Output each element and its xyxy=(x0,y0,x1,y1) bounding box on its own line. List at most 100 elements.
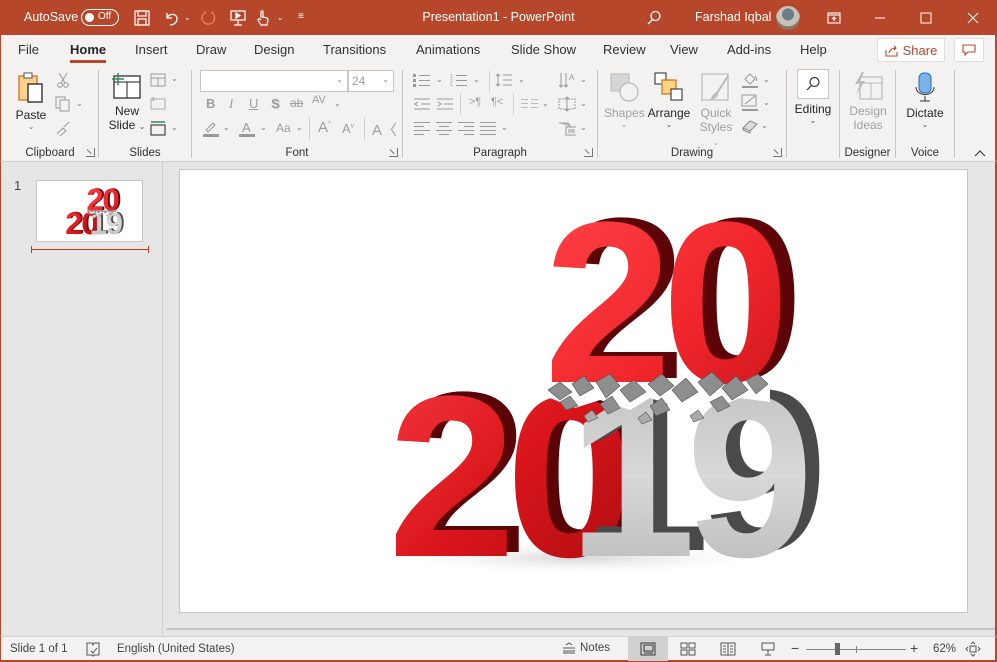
ribbon-display-options-icon[interactable] xyxy=(824,8,844,28)
numbering-dropdown-icon[interactable]: ⌄ xyxy=(473,75,480,84)
new-slide-button[interactable]: New Slide ⌄ xyxy=(107,71,147,132)
strikethrough-icon[interactable]: ab xyxy=(290,96,303,110)
copy-dropdown-icon[interactable]: ⌄ xyxy=(76,99,83,108)
justify-dropdown-icon[interactable]: ⌄ xyxy=(501,123,508,132)
editing-button[interactable]: Editing ⌄ xyxy=(791,69,835,125)
user-avatar[interactable] xyxy=(776,6,800,30)
start-slideshow-icon[interactable] xyxy=(228,8,248,28)
bold-icon[interactable]: B xyxy=(206,96,215,111)
tab-transitions[interactable]: Transitions xyxy=(323,42,386,57)
numbering-icon[interactable]: 123 xyxy=(450,71,468,89)
tab-slide-show[interactable]: Slide Show xyxy=(511,42,576,57)
touch-mode-dropdown-icon[interactable]: ⌄ xyxy=(277,13,284,22)
comments-button[interactable] xyxy=(954,38,984,62)
search-icon[interactable] xyxy=(644,8,664,28)
zoom-slider-thumb[interactable] xyxy=(835,643,840,655)
slideshow-view-button[interactable] xyxy=(748,637,788,661)
autosave-toggle[interactable]: Off xyxy=(81,9,119,26)
font-name-combo[interactable]: ⌄ xyxy=(200,70,348,92)
drawing-launcher-icon[interactable] xyxy=(773,148,782,157)
year-2019-to-2020-image[interactable]: 20 20 19 19 20 20 xyxy=(180,170,968,613)
shape-outline-dropdown-icon[interactable]: ⌄ xyxy=(763,98,770,107)
increase-font-size-icon[interactable]: A^ xyxy=(318,119,331,136)
decrease-font-size-icon[interactable]: Av xyxy=(342,121,354,136)
format-painter-icon[interactable] xyxy=(54,119,72,137)
slide-canvas[interactable]: 20 20 19 19 20 20 xyxy=(179,169,968,613)
layout-dropdown-icon[interactable]: ⌄ xyxy=(171,74,178,83)
minimize-button[interactable] xyxy=(857,0,903,35)
collapse-ribbon-icon[interactable] xyxy=(973,147,987,157)
align-center-icon[interactable] xyxy=(435,119,453,137)
cut-icon[interactable] xyxy=(54,71,72,89)
align-text-dropdown-icon[interactable]: ⌄ xyxy=(580,99,587,108)
ltr-icon[interactable]: >¶ xyxy=(469,96,481,108)
tab-review[interactable]: Review xyxy=(603,42,646,57)
zoom-level[interactable]: 62% xyxy=(933,643,956,655)
shape-fill-icon[interactable] xyxy=(741,71,759,89)
character-spacing-dropdown-icon[interactable]: ⌄ xyxy=(334,99,341,108)
customize-toolbar-icon[interactable]: ≡ xyxy=(298,11,304,22)
text-shadow-icon[interactable]: S xyxy=(271,96,280,111)
reading-view-button[interactable] xyxy=(708,637,748,661)
reset-icon[interactable] xyxy=(149,94,167,112)
save-icon[interactable] xyxy=(132,8,152,28)
tab-home[interactable]: Home xyxy=(70,42,107,63)
copy-icon[interactable] xyxy=(54,95,72,113)
align-right-icon[interactable] xyxy=(457,119,475,137)
tab-file[interactable]: File xyxy=(18,42,39,57)
shape-effects-icon[interactable] xyxy=(741,117,759,135)
tab-draw[interactable]: Draw xyxy=(196,42,226,57)
bullets-icon[interactable] xyxy=(413,71,431,89)
share-button[interactable]: Share xyxy=(877,38,945,62)
columns-icon[interactable] xyxy=(521,95,539,113)
italic-icon[interactable]: I xyxy=(229,96,233,112)
font-color-dropdown-icon[interactable]: ⌄ xyxy=(260,123,267,132)
paste-button[interactable]: Paste ⌄ xyxy=(13,71,49,131)
bullets-dropdown-icon[interactable]: ⌄ xyxy=(436,75,443,84)
columns-dropdown-icon[interactable]: ⌄ xyxy=(542,99,549,108)
align-text-icon[interactable] xyxy=(558,95,576,113)
decrease-indent-icon[interactable] xyxy=(413,95,431,113)
tab-view[interactable]: View xyxy=(670,42,698,57)
tab-add-ins[interactable]: Add-ins xyxy=(727,42,771,57)
font-color-icon[interactable]: A xyxy=(238,119,256,137)
undo-icon[interactable] xyxy=(162,8,182,28)
shapes-button[interactable]: Shapes ⌄ xyxy=(604,71,645,129)
notes-button[interactable]: Notes xyxy=(562,642,610,654)
close-button[interactable] xyxy=(950,0,996,35)
change-case-dropdown-icon[interactable]: ⌄ xyxy=(296,123,303,132)
zoom-in-button[interactable]: + xyxy=(910,640,918,656)
smartart-dropdown-icon[interactable]: ⌄ xyxy=(580,123,587,132)
clear-formatting-icon[interactable]: A〈 xyxy=(372,119,397,140)
line-spacing-dropdown-icon[interactable]: ⌄ xyxy=(518,75,525,84)
paragraph-launcher-icon[interactable] xyxy=(584,148,593,157)
increase-indent-icon[interactable] xyxy=(436,95,454,113)
touch-mode-icon[interactable] xyxy=(253,8,273,28)
dictate-button[interactable]: Dictate ⌄ xyxy=(902,71,948,129)
maximize-button[interactable] xyxy=(903,0,949,35)
language-indicator[interactable]: English (United States) xyxy=(117,643,235,655)
fit-to-window-button[interactable] xyxy=(965,641,981,660)
font-size-combo[interactable]: 24 ⌄ xyxy=(348,70,394,92)
highlight-dropdown-icon[interactable]: ⌄ xyxy=(223,123,230,132)
zoom-out-button[interactable]: − xyxy=(791,640,799,656)
slide-sorter-button[interactable] xyxy=(668,637,708,661)
character-spacing-icon[interactable]: AV xyxy=(312,94,326,106)
tab-animations[interactable]: Animations xyxy=(416,42,480,57)
undo-dropdown-icon[interactable]: ⌄ xyxy=(184,13,191,22)
arrange-button[interactable]: Arrange ⌄ xyxy=(646,71,692,129)
tab-insert[interactable]: Insert xyxy=(135,42,168,57)
quick-styles-button[interactable]: Quick Styles ⌄ xyxy=(696,71,736,148)
rtl-icon[interactable]: ¶< xyxy=(491,96,503,108)
text-direction-dropdown-icon[interactable]: ⌄ xyxy=(580,75,587,84)
change-case-button[interactable]: Aa xyxy=(276,121,291,135)
slide-thumbnail[interactable] xyxy=(36,180,143,242)
clipboard-launcher-icon[interactable] xyxy=(86,148,95,157)
user-name[interactable]: Farshad Iqbal xyxy=(695,10,771,24)
tab-help[interactable]: Help xyxy=(800,42,827,57)
underline-icon[interactable]: U xyxy=(249,96,258,111)
normal-view-button[interactable] xyxy=(628,637,668,661)
shape-effects-dropdown-icon[interactable]: ⌄ xyxy=(761,121,768,130)
font-launcher-icon[interactable] xyxy=(389,148,398,157)
line-spacing-icon[interactable] xyxy=(495,71,513,89)
